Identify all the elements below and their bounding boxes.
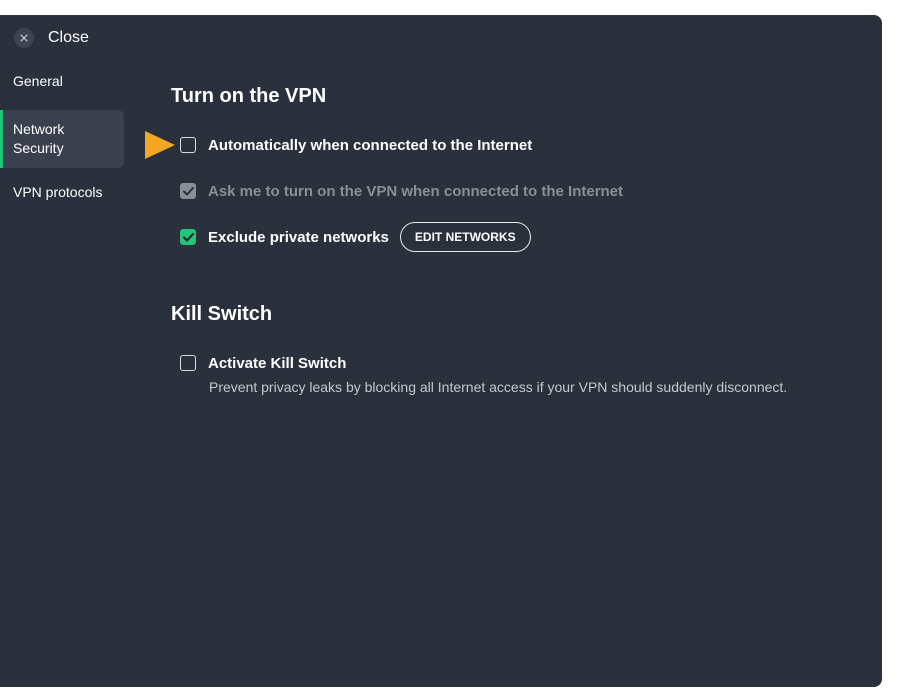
kill-switch-option: Activate Kill Switch <box>180 347 842 379</box>
sidebar-item-label: VPN protocols <box>13 184 103 200</box>
exclude-private-option: Exclude private networks EDIT NETWORKS <box>180 221 842 253</box>
edit-networks-button[interactable]: EDIT NETWORKS <box>399 222 531 252</box>
ask-me-checkbox[interactable] <box>180 183 196 199</box>
sidebar-item-general[interactable]: General <box>0 67 124 105</box>
sidebar: General Network Security VPN protocols <box>0 67 124 208</box>
sidebar-item-label: Network Security <box>13 121 65 156</box>
kill-switch-description: Prevent privacy leaks by blocking all In… <box>209 379 788 395</box>
sidebar-item-vpn-protocols[interactable]: VPN protocols <box>0 168 124 208</box>
close-label[interactable]: Close <box>48 29 89 47</box>
auto-connect-checkbox[interactable] <box>180 137 196 153</box>
kill-switch-title: Kill Switch <box>171 303 273 325</box>
settings-content: Turn on the VPN Automatically when conne… <box>145 83 842 395</box>
ask-me-option: Ask me to turn on the VPN when connected… <box>180 175 842 207</box>
arrow-pointer-icon <box>145 131 175 159</box>
close-control[interactable]: Close <box>14 27 89 49</box>
checkmark-icon <box>182 186 194 195</box>
auto-connect-label[interactable]: Automatically when connected to the Inte… <box>208 137 532 154</box>
vpn-section-title: Turn on the VPN <box>171 85 327 107</box>
auto-connect-option: Automatically when connected to the Inte… <box>145 129 842 161</box>
exclude-private-label[interactable]: Exclude private networks <box>208 229 389 246</box>
ask-me-label[interactable]: Ask me to turn on the VPN when connected… <box>208 183 623 200</box>
sidebar-item-network-security[interactable]: Network Security <box>0 110 124 168</box>
settings-window: Close General Network Security VPN proto… <box>0 15 882 687</box>
kill-switch-checkbox[interactable] <box>180 355 196 371</box>
exclude-private-checkbox[interactable] <box>180 229 196 245</box>
kill-switch-label[interactable]: Activate Kill Switch <box>208 355 346 372</box>
sidebar-item-label: General <box>13 73 63 89</box>
checkmark-icon <box>182 232 194 241</box>
close-icon[interactable] <box>14 28 34 48</box>
